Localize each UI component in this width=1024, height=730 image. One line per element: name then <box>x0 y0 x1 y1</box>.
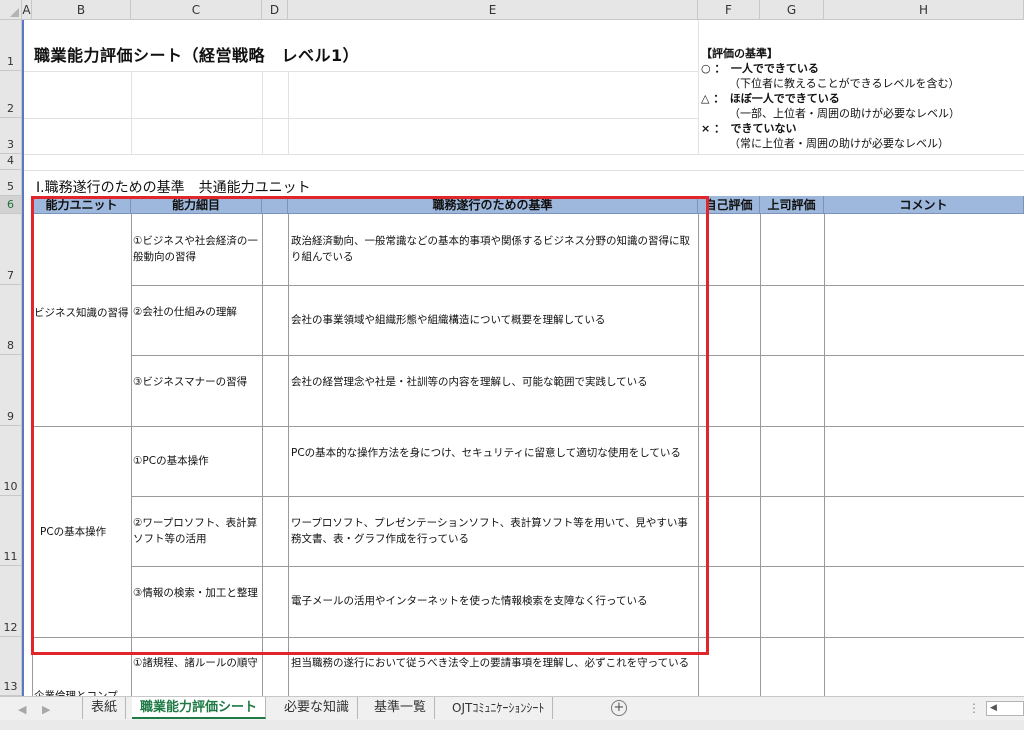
gridline <box>262 71 263 154</box>
criteria-cell[interactable]: PCの基本的な操作方法を身につけ、セキュリティに留意して適切な使用をしている <box>291 445 695 461</box>
header-comment[interactable]: コメント <box>824 196 1024 214</box>
tab-required-knowledge[interactable]: 必要な知識 <box>276 697 359 719</box>
column-header-c[interactable]: C <box>131 0 262 20</box>
gridline <box>22 118 698 119</box>
tab-ojt-communication[interactable]: OJTｺﾐｭﾆｹｰｼｮﾝｼｰﾄ <box>444 697 554 719</box>
horizontal-scrollbar[interactable]: ◀ <box>986 701 1024 716</box>
header-boss-eval[interactable]: 上司評価 <box>760 196 824 214</box>
column-header-f[interactable]: F <box>698 0 760 20</box>
legend-heading: 【評価の基準】 <box>701 47 778 60</box>
sheet-tabs-bar: ◀ ▶ 表紙 職業能力評価シート 必要な知識 基準一覧 OJTｺﾐｭﾆｹｰｼｮﾝ… <box>0 696 1024 720</box>
add-sheet-icon[interactable]: + <box>611 700 627 716</box>
column-header-a[interactable]: A <box>22 0 32 20</box>
gridline <box>288 71 289 154</box>
spreadsheet-grid[interactable]: A B C D E F G H 1 2 3 4 5 6 7 8 9 10 11 … <box>0 0 1024 696</box>
criteria-cell[interactable]: 担当職務の遂行において従うべき法令上の要請事項を理解し、必ずこれを守っている <box>291 655 695 671</box>
gridline <box>698 20 699 154</box>
gridline <box>22 71 698 72</box>
criteria-cell[interactable]: 会社の経営理念や社是・社訓等の内容を理解し、可能な範囲で実践している <box>291 374 695 390</box>
row-header-10[interactable]: 10 <box>0 426 22 496</box>
unit-pc-basic[interactable]: PCの基本操作 <box>40 524 130 540</box>
evaluation-legend: 【評価の基準】 ○ ： 一人でできている （下位者に教えることができるレベルを含… <box>701 46 1021 151</box>
header-unit[interactable]: 能力ユニット <box>32 196 131 214</box>
row-header-6[interactable]: 6 <box>0 196 22 214</box>
row-header-11[interactable]: 11 <box>0 496 22 566</box>
criteria-cell[interactable]: ワープロソフト、プレゼンテーションソフト、表計算ソフト等を用いて、見やすい事務文… <box>291 515 695 547</box>
table-border <box>32 426 1024 427</box>
row-header-8[interactable]: 8 <box>0 285 22 355</box>
table-border <box>131 214 132 696</box>
next-sheet-icon[interactable]: ▶ <box>42 703 50 716</box>
header-detail[interactable]: 能力細目 <box>131 196 262 214</box>
table-border <box>131 566 1024 567</box>
legend-circle-note: （下位者に教えることができるレベルを含む） <box>729 77 960 90</box>
detail-cell[interactable]: ②ワープロソフト、表計算ソフト等の活用 <box>133 515 261 547</box>
header-criteria[interactable]: 職務遂行のための基準 <box>288 196 698 214</box>
row-header-5[interactable]: 5 <box>0 170 22 196</box>
table-border <box>131 285 1024 286</box>
legend-triangle: △ ： ほぼ一人でできている <box>701 92 840 105</box>
row-header-3[interactable]: 3 <box>0 118 22 154</box>
detail-cell[interactable]: ①ビジネスや社会経済の一般動向の習得 <box>133 233 261 265</box>
tab-evaluation-sheet[interactable]: 職業能力評価シート <box>132 697 267 719</box>
select-all-corner[interactable] <box>0 0 22 20</box>
row-header-12[interactable]: 12 <box>0 566 22 637</box>
unit-business-knowledge[interactable]: ビジネス知識の習得 <box>34 305 130 321</box>
detail-cell[interactable]: ①PCの基本操作 <box>133 453 261 469</box>
status-bar <box>0 720 1024 730</box>
legend-circle: ○ ： 一人でできている <box>701 62 819 75</box>
sheet-left-border <box>22 20 24 696</box>
criteria-cell[interactable]: 会社の事業領域や組織形態や組織構造について概要を理解している <box>291 312 695 328</box>
row-header-13[interactable]: 13 <box>0 637 22 696</box>
gridline <box>22 154 1024 155</box>
prev-sheet-icon[interactable]: ◀ <box>18 703 26 716</box>
column-header-e[interactable]: E <box>288 0 698 20</box>
table-border <box>262 214 263 696</box>
section-title: Ⅰ.職務遂行のための基準 共通能力ユニット <box>36 180 311 196</box>
table-border <box>32 214 33 696</box>
column-header-b[interactable]: B <box>32 0 131 20</box>
unit-ethics[interactable]: 企業倫理とコンプ <box>34 688 130 696</box>
detail-cell[interactable]: ③情報の検索・加工と整理 <box>133 585 261 601</box>
column-header-g[interactable]: G <box>760 0 824 20</box>
table-border <box>131 496 1024 497</box>
legend-triangle-note: （一部、上位者・周囲の助けが必要なレベル） <box>729 107 960 120</box>
tab-cover[interactable]: 表紙 <box>82 697 127 719</box>
column-header-d[interactable]: D <box>262 0 288 20</box>
table-border <box>824 214 825 696</box>
detail-cell[interactable]: ③ビジネスマナーの習得 <box>133 374 261 390</box>
column-header-h[interactable]: H <box>824 0 1024 20</box>
gridline <box>131 71 132 154</box>
sheet-title: 職業能力評価シート（経営戦略 レベル1） <box>34 46 360 65</box>
header-blank[interactable] <box>262 196 288 214</box>
gridline <box>22 170 1024 171</box>
row-header-4[interactable]: 4 <box>0 154 22 170</box>
table-border <box>760 214 761 696</box>
more-options-icon[interactable]: ⋮ <box>968 701 980 715</box>
legend-cross-note: （常に上位者・周囲の助けが必要なレベル） <box>729 137 949 150</box>
row-header-9[interactable]: 9 <box>0 355 22 426</box>
tab-criteria-list[interactable]: 基準一覧 <box>366 697 436 719</box>
criteria-cell[interactable]: 電子メールの活用やインターネットを使った情報検索を支障なく行っている <box>291 593 695 609</box>
legend-cross: × ： できていない <box>701 122 797 135</box>
criteria-cell[interactable]: 政治経済動向、一般常識などの基本的事項や関係するビジネス分野の知識の習得に取り組… <box>291 233 695 265</box>
row-header-1[interactable]: 1 <box>0 20 22 71</box>
detail-cell[interactable]: ①諸規程、諸ルールの順守 <box>133 655 261 671</box>
header-self-eval[interactable]: 自己評価 <box>698 196 760 214</box>
table-border <box>288 214 289 696</box>
detail-cell[interactable]: ②会社の仕組みの理解 <box>133 304 261 320</box>
table-border <box>698 214 699 696</box>
row-header-2[interactable]: 2 <box>0 71 22 118</box>
row-header-7[interactable]: 7 <box>0 214 22 285</box>
table-border <box>131 355 1024 356</box>
table-border <box>32 637 1024 638</box>
